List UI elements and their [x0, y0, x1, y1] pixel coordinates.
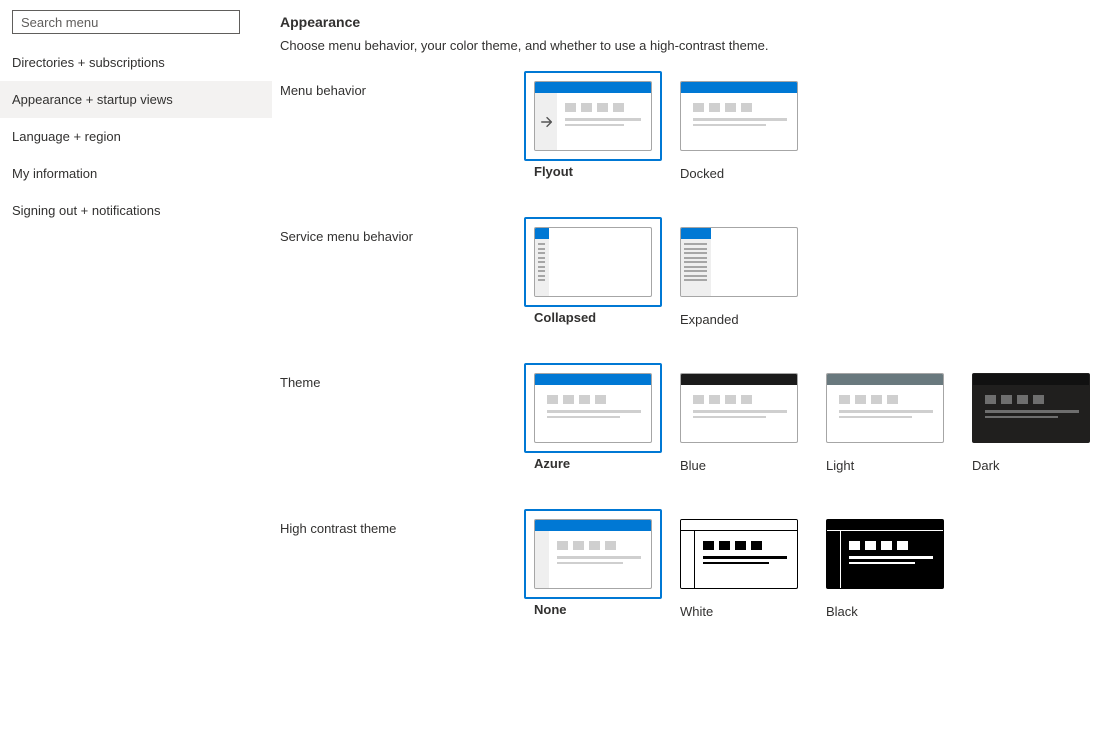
main-content: Appearance Choose menu behavior, your co… — [272, 0, 1113, 705]
option-label: None — [534, 602, 652, 617]
option-dark[interactable]: Dark — [972, 373, 1090, 473]
preview-dark — [972, 373, 1090, 443]
option-blue[interactable]: Blue — [680, 373, 798, 473]
section-high-contrast: High contrast theme — [280, 519, 1101, 619]
preview-azure — [534, 373, 652, 443]
option-collapsed[interactable]: Collapsed — [534, 227, 652, 327]
option-label: Dark — [972, 458, 1090, 473]
section-menu-behavior: Menu behavior — [280, 81, 1101, 181]
section-theme: Theme Azu — [280, 373, 1101, 473]
option-hc-white[interactable]: White — [680, 519, 798, 619]
preview-docked — [680, 81, 798, 151]
search-input[interactable] — [12, 10, 240, 34]
section-label: Service menu behavior — [280, 227, 534, 244]
page-title: Appearance — [280, 14, 1101, 30]
preview-flyout — [534, 81, 652, 151]
sidebar-item-language[interactable]: Language + region — [0, 118, 272, 155]
section-service-menu-behavior: Service menu behavior — [280, 227, 1101, 327]
section-label: Menu behavior — [280, 81, 534, 98]
sidebar-item-signing-out[interactable]: Signing out + notifications — [0, 192, 272, 229]
sidebar-item-my-information[interactable]: My information — [0, 155, 272, 192]
option-label: White — [680, 604, 798, 619]
preview-hc-white — [680, 519, 798, 589]
sidebar-item-directories[interactable]: Directories + subscriptions — [0, 44, 272, 81]
preview-blue — [680, 373, 798, 443]
option-hc-none[interactable]: None — [534, 519, 652, 619]
option-label: Blue — [680, 458, 798, 473]
section-label: High contrast theme — [280, 519, 534, 536]
option-label: Light — [826, 458, 944, 473]
option-docked[interactable]: Docked — [680, 81, 798, 181]
preview-expanded — [680, 227, 798, 297]
settings-sidebar: Directories + subscriptions Appearance +… — [0, 0, 272, 705]
option-label: Flyout — [534, 164, 652, 179]
option-label: Black — [826, 604, 944, 619]
option-flyout[interactable]: Flyout — [534, 81, 652, 181]
option-light[interactable]: Light — [826, 373, 944, 473]
preview-collapsed — [534, 227, 652, 297]
option-azure[interactable]: Azure — [534, 373, 652, 473]
option-hc-black[interactable]: Black — [826, 519, 944, 619]
section-label: Theme — [280, 373, 534, 390]
arrow-right-icon — [539, 93, 555, 150]
option-label: Expanded — [680, 312, 798, 327]
option-label: Azure — [534, 456, 652, 471]
preview-light — [826, 373, 944, 443]
preview-hc-black — [826, 519, 944, 589]
option-label: Docked — [680, 166, 798, 181]
preview-hc-none — [534, 519, 652, 589]
page-subtitle: Choose menu behavior, your color theme, … — [280, 38, 1101, 53]
option-expanded[interactable]: Expanded — [680, 227, 798, 327]
option-label: Collapsed — [534, 310, 652, 325]
sidebar-item-appearance[interactable]: Appearance + startup views — [0, 81, 272, 118]
